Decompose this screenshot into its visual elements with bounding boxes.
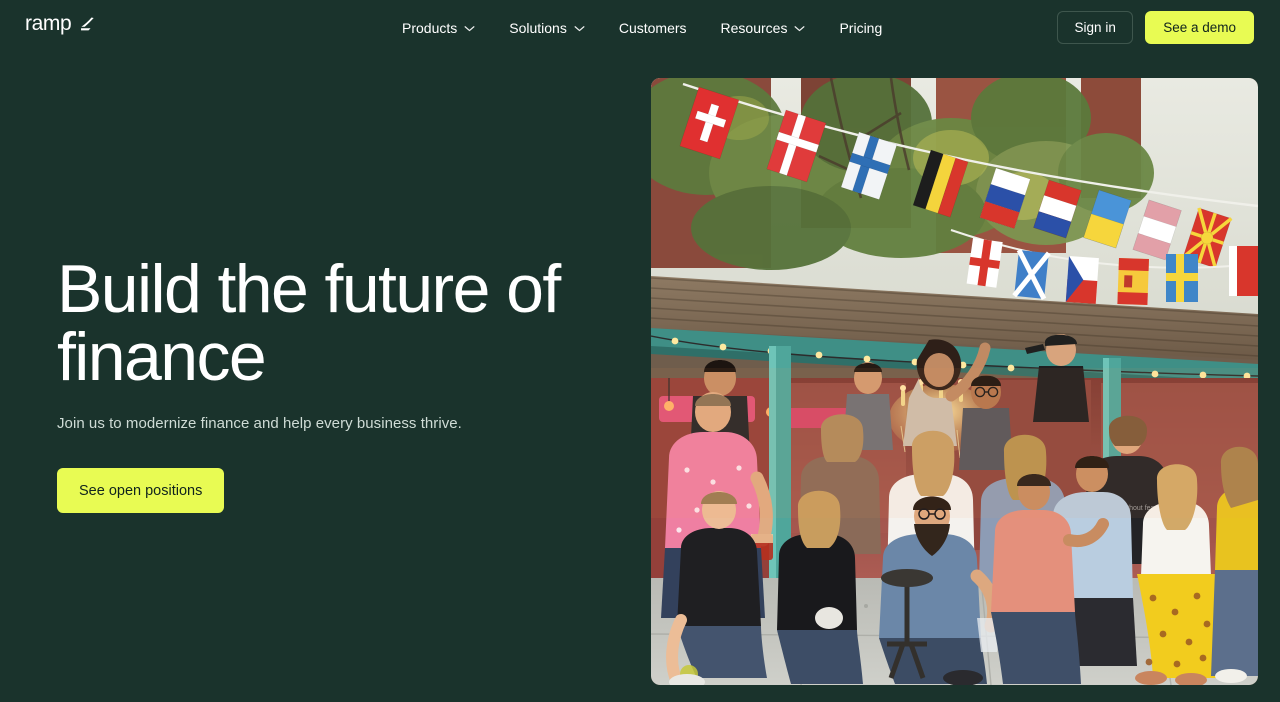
chevron-down-icon (574, 25, 585, 31)
chevron-down-icon (464, 25, 475, 31)
brand-wordmark: ramp (25, 12, 72, 35)
nav-item-resources[interactable]: Resources (721, 18, 806, 38)
hero-content: Build the future of finance Join us to m… (57, 255, 597, 513)
nav-item-label: Resources (720, 20, 788, 36)
nav-item-label: Solutions (509, 20, 567, 36)
nav-item-label: Products (402, 20, 458, 36)
team-group-photo: Career without fear (651, 78, 1258, 685)
team-photo-illustration: Career without fear (651, 78, 1258, 685)
nav-item-pricing[interactable]: Pricing (839, 18, 882, 38)
nav-item-solutions[interactable]: Solutions (509, 18, 585, 38)
page-title: Build the future of finance (57, 251, 561, 395)
sign-in-button[interactable]: Sign in (1057, 11, 1134, 44)
see-a-demo-button[interactable]: See a demo (1145, 11, 1254, 44)
nav-item-products[interactable]: Products (402, 18, 475, 38)
see-open-positions-button[interactable]: See open positions (57, 468, 225, 513)
nav-actions: Sign in See a demo (1057, 11, 1254, 44)
brand-logo[interactable]: ramp (25, 13, 97, 34)
nav-item-label: Pricing (839, 20, 883, 36)
ramp-wedge-icon (81, 17, 94, 31)
nav-item-label: Customers (618, 20, 687, 36)
hero-subtitle: Join us to modernize finance and help ev… (57, 415, 462, 432)
primary-nav-links: Products Solutions Customers Resources P… (402, 18, 882, 38)
chevron-down-icon (794, 25, 805, 31)
nav-item-customers[interactable]: Customers (619, 18, 687, 38)
top-navigation-bar: ramp Products Solutions Customers Resour… (0, 0, 1280, 56)
